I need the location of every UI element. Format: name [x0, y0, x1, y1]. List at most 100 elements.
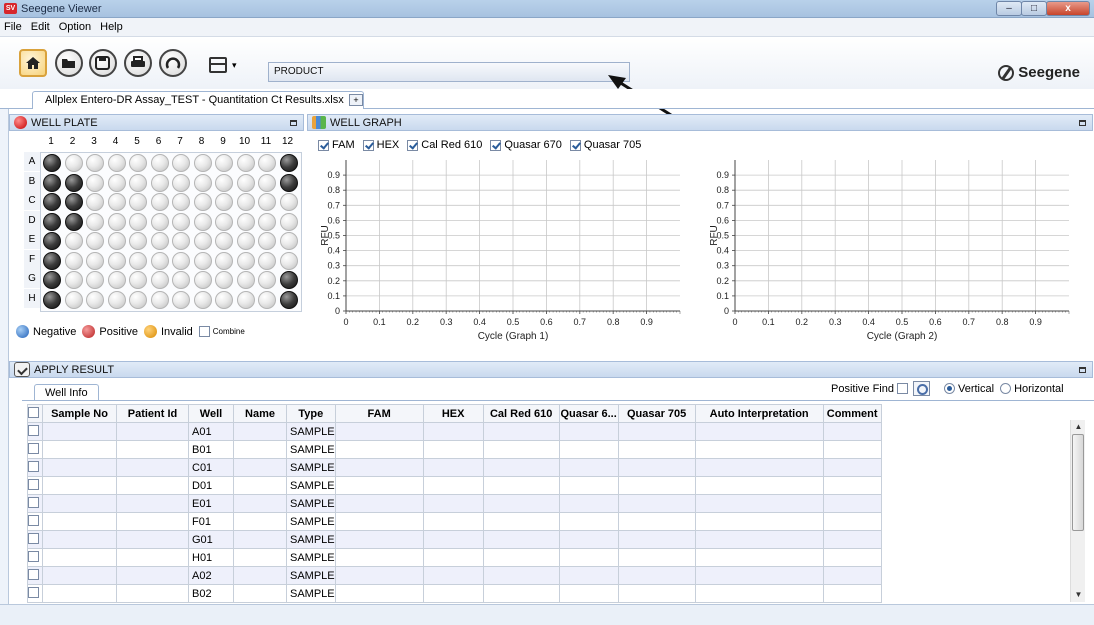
cell-type[interactable]: SAMPLE [286, 566, 336, 585]
table-cell[interactable] [822, 566, 882, 585]
table-scrollbar[interactable]: ▲ ▼ [1070, 420, 1085, 602]
table-cell[interactable] [42, 494, 117, 513]
menu-file[interactable]: File [4, 21, 22, 33]
table-cell[interactable] [482, 512, 560, 531]
row-checkbox[interactable] [28, 586, 39, 598]
table-cell[interactable] [116, 548, 189, 567]
column-header[interactable]: Name [233, 404, 287, 423]
table-cell[interactable] [334, 530, 424, 549]
table-cell[interactable] [233, 566, 287, 585]
select-all-checkbox[interactable] [28, 406, 39, 418]
plate-column-header[interactable]: 12 [278, 136, 298, 152]
menu-edit[interactable]: Edit [31, 21, 50, 33]
minimize-button[interactable]: – [996, 1, 1022, 16]
table-cell[interactable] [233, 476, 287, 495]
column-header[interactable]: Quasar 6... [558, 404, 619, 423]
channel-0[interactable]: FAM [318, 139, 355, 151]
table-cell[interactable] [116, 476, 189, 495]
table-cell[interactable] [617, 476, 696, 495]
table-cell[interactable] [334, 512, 424, 531]
table-cell[interactable] [334, 422, 424, 441]
well-E9[interactable] [215, 232, 233, 250]
table-cell[interactable] [482, 566, 560, 585]
well-H8[interactable] [193, 290, 212, 309]
table-cell[interactable] [558, 422, 619, 441]
table-cell[interactable] [558, 476, 619, 495]
plate-column-header[interactable]: 11 [256, 136, 276, 152]
well-D11[interactable] [258, 212, 276, 231]
table-cell[interactable] [422, 584, 484, 603]
row-checkbox[interactable] [28, 478, 39, 490]
table-cell[interactable] [558, 530, 619, 549]
well-H7[interactable] [172, 290, 190, 309]
well-B12[interactable] [279, 173, 298, 192]
menu-option[interactable]: Option [59, 21, 91, 33]
cell-well[interactable]: B02 [188, 584, 234, 603]
cell-well[interactable]: F01 [188, 512, 234, 531]
well-C3[interactable] [86, 193, 104, 211]
table-cell[interactable] [233, 458, 287, 477]
well-H1[interactable] [43, 290, 61, 309]
table-cell[interactable] [482, 494, 560, 513]
table-cell[interactable] [482, 476, 560, 495]
table-row[interactable]: E01 SAMPLE [27, 494, 882, 513]
table-cell[interactable] [558, 566, 619, 585]
search-icon[interactable] [912, 381, 930, 396]
plate-column-header[interactable]: 7 [170, 136, 190, 152]
channel-2[interactable]: Cal Red 610 [407, 139, 482, 151]
column-header[interactable]: Well [188, 404, 234, 423]
table-cell[interactable] [334, 548, 424, 567]
table-cell[interactable] [42, 530, 117, 549]
well-A9[interactable] [215, 154, 233, 172]
plate-column-header[interactable]: 2 [63, 136, 83, 152]
well-D8[interactable] [193, 212, 212, 231]
well-G10[interactable] [236, 271, 255, 289]
well-E2[interactable] [64, 232, 83, 250]
table-cell[interactable] [334, 584, 424, 603]
table-cell[interactable] [617, 422, 696, 441]
table-cell[interactable] [233, 584, 287, 603]
well-H5[interactable] [129, 290, 147, 309]
well-H11[interactable] [258, 290, 276, 309]
well-B5[interactable] [129, 173, 147, 192]
table-cell[interactable] [116, 530, 189, 549]
table-cell[interactable] [422, 476, 484, 495]
save-button[interactable] [89, 49, 117, 77]
well-A2[interactable] [64, 154, 83, 172]
plate-row-header[interactable]: F [24, 249, 40, 269]
table-cell[interactable] [116, 440, 189, 459]
document-tab[interactable]: Allplex Entero-DR Assay_TEST - Quantitat… [32, 91, 365, 109]
table-cell[interactable] [694, 566, 824, 585]
plate-row-header[interactable]: D [24, 210, 40, 230]
well-E7[interactable] [172, 232, 190, 250]
table-cell[interactable] [558, 440, 619, 459]
well-B4[interactable] [107, 173, 126, 192]
table-row[interactable]: A02 SAMPLE [27, 566, 882, 585]
channel-4[interactable]: Quasar 705 [569, 139, 641, 151]
table-cell[interactable] [42, 584, 117, 603]
plate-column-header[interactable]: 8 [192, 136, 212, 152]
vertical-radio[interactable] [943, 383, 955, 394]
well-C12[interactable] [279, 193, 298, 211]
well-H4[interactable] [107, 290, 126, 309]
cell-type[interactable]: SAMPLE [286, 458, 336, 477]
table-cell[interactable] [822, 458, 882, 477]
table-row[interactable]: B01 SAMPLE [27, 440, 882, 459]
table-cell[interactable] [822, 548, 882, 567]
table-cell[interactable] [42, 512, 117, 531]
table-cell[interactable] [617, 458, 696, 477]
well-A8[interactable] [193, 154, 212, 172]
table-cell[interactable] [617, 584, 696, 603]
table-cell[interactable] [822, 440, 882, 459]
well-B11[interactable] [258, 173, 276, 192]
column-header[interactable]: Quasar 705 [617, 404, 696, 423]
well-F9[interactable] [215, 251, 233, 270]
well-F12[interactable] [279, 251, 298, 270]
well-A11[interactable] [258, 154, 276, 172]
plate-row-header[interactable]: G [24, 269, 40, 288]
layout-dropdown[interactable]: ▾ [209, 57, 243, 75]
print-button[interactable] [124, 49, 152, 77]
table-cell[interactable] [116, 566, 189, 585]
channel-checkbox[interactable] [407, 139, 419, 151]
table-row[interactable]: F01 SAMPLE [27, 512, 882, 531]
